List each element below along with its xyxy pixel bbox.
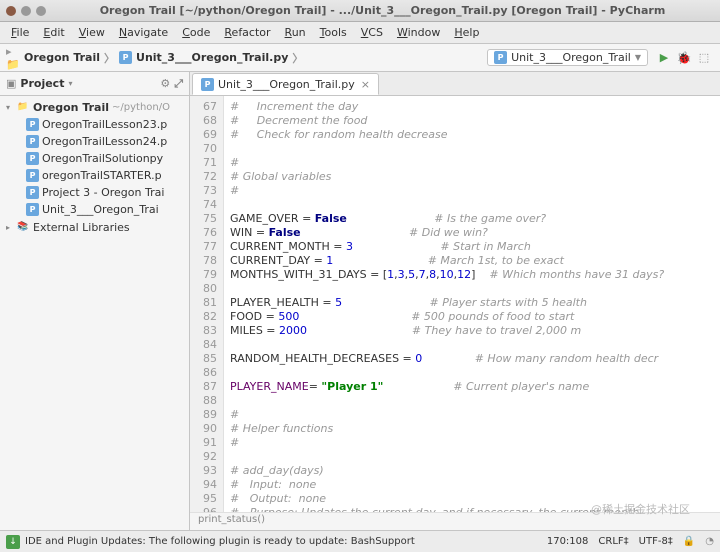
chevron-down-icon: ▼ bbox=[635, 53, 641, 62]
tree-file[interactable]: POregonTrailLesson24.p bbox=[0, 133, 189, 150]
file-encoding[interactable]: UTF-8‡ bbox=[639, 536, 673, 547]
folder-icon: 📁 bbox=[16, 100, 30, 114]
chevron-down-icon: ▾ bbox=[68, 79, 72, 88]
python-file-icon: P bbox=[494, 51, 507, 64]
python-file-icon: P bbox=[26, 169, 39, 182]
tree-file-label: oregonTrailSTARTER.p bbox=[42, 169, 162, 182]
tree-file-label: OregonTrailLesson24.p bbox=[42, 135, 167, 148]
menu-view[interactable]: View bbox=[72, 24, 112, 41]
menu-window[interactable]: Window bbox=[390, 24, 447, 41]
status-bar: ↓ IDE and Plugin Updates: The following … bbox=[0, 530, 720, 552]
editor-tab-bar: P Unit_3___Oregon_Trail.py × bbox=[190, 72, 720, 96]
window-titlebar: Oregon Trail [~/python/Oregon Trail] - .… bbox=[0, 0, 720, 22]
tree-root-path: ~/python/O bbox=[112, 102, 170, 113]
tree-file-label: Project 3 - Oregon Trai bbox=[42, 186, 164, 199]
code-editor[interactable]: 67 68 69 70 71 72 73 74 75 76 77 78 79 8… bbox=[190, 96, 720, 512]
project-tree: ▾ 📁 Oregon Trail ~/python/O POregonTrail… bbox=[0, 96, 189, 238]
lock-icon[interactable]: 🔒 bbox=[683, 536, 695, 547]
breadcrumb-function: print_status() bbox=[198, 514, 265, 525]
main-area: ▣ Project ▾ ⚙ ⤢ ▾ 📁 Oregon Trail ~/pytho… bbox=[0, 72, 720, 530]
status-text: IDE and Plugin Updates: The following pl… bbox=[25, 536, 415, 547]
tree-file[interactable]: POregonTrailLesson23.p bbox=[0, 116, 189, 133]
window-close-icon[interactable] bbox=[6, 6, 16, 16]
code-content[interactable]: # Increment the day # Decrement the food… bbox=[224, 96, 720, 512]
menu-file[interactable]: File bbox=[4, 24, 36, 41]
close-icon[interactable]: × bbox=[361, 78, 370, 91]
library-icon: 📚 bbox=[16, 220, 30, 234]
breadcrumb[interactable]: ▸📁 Oregon Trail 〉 P Unit_3___Oregon_Trai… bbox=[6, 50, 487, 66]
line-gutter: 67 68 69 70 71 72 73 74 75 76 77 78 79 8… bbox=[190, 96, 224, 512]
run-config-label: Unit_3___Oregon_Trail bbox=[511, 51, 631, 64]
tree-file-label: OregonTrailLesson23.p bbox=[42, 118, 167, 131]
cursor-position[interactable]: 170:108 bbox=[547, 536, 589, 547]
python-file-icon: P bbox=[26, 203, 39, 216]
tab-label: Unit_3___Oregon_Trail.py bbox=[218, 78, 355, 91]
search-button[interactable]: ⬚ bbox=[696, 50, 712, 66]
tree-collapse-icon[interactable]: ▸ bbox=[6, 223, 16, 232]
line-separator[interactable]: CRLF‡ bbox=[598, 536, 628, 547]
window-minimize-icon[interactable] bbox=[21, 6, 31, 16]
editor-tab[interactable]: P Unit_3___Oregon_Trail.py × bbox=[192, 73, 379, 95]
tree-file[interactable]: PProject 3 - Oregon Trai bbox=[0, 184, 189, 201]
menu-run[interactable]: Run bbox=[278, 24, 313, 41]
breadcrumb-project: Oregon Trail bbox=[24, 51, 100, 64]
project-sidebar: ▣ Project ▾ ⚙ ⤢ ▾ 📁 Oregon Trail ~/pytho… bbox=[0, 72, 190, 530]
tree-file-label: OregonTrailSolutionpy bbox=[42, 152, 163, 165]
tree-file[interactable]: PUnit_3___Oregon_Trai bbox=[0, 201, 189, 218]
project-header-label: Project bbox=[20, 77, 64, 90]
tree-expand-icon[interactable]: ▾ bbox=[6, 103, 16, 112]
window-title: Oregon Trail [~/python/Oregon Trail] - .… bbox=[51, 4, 714, 17]
tree-external-libs[interactable]: ▸ 📚 External Libraries bbox=[0, 218, 189, 236]
menu-vcs[interactable]: VCS bbox=[354, 24, 390, 41]
python-file-icon: P bbox=[26, 135, 39, 148]
python-file-icon: P bbox=[26, 118, 39, 131]
tree-file[interactable]: POregonTrailSolutionpy bbox=[0, 150, 189, 167]
python-file-icon: P bbox=[119, 51, 132, 64]
editor-breadcrumb[interactable]: print_status() bbox=[190, 512, 720, 530]
folder-icon: ▸📁 bbox=[6, 51, 20, 65]
menu-bar: FileEditViewNavigateCodeRefactorRunTools… bbox=[0, 22, 720, 44]
tree-root-label: Oregon Trail bbox=[33, 101, 109, 114]
python-file-icon: P bbox=[26, 152, 39, 165]
menu-navigate[interactable]: Navigate bbox=[112, 24, 175, 41]
external-libs-label: External Libraries bbox=[33, 221, 130, 234]
python-file-icon: P bbox=[201, 78, 214, 91]
status-message[interactable]: ↓ IDE and Plugin Updates: The following … bbox=[6, 535, 547, 549]
breadcrumb-file: Unit_3___Oregon_Trail.py bbox=[136, 51, 288, 64]
menu-code[interactable]: Code bbox=[175, 24, 217, 41]
inspector-icon[interactable]: ◔ bbox=[705, 536, 714, 547]
collapse-icon[interactable]: ⤢ bbox=[174, 77, 183, 91]
gear-icon[interactable]: ⚙ bbox=[160, 77, 170, 90]
menu-refactor[interactable]: Refactor bbox=[217, 24, 277, 41]
update-icon: ↓ bbox=[6, 535, 20, 549]
menu-edit[interactable]: Edit bbox=[36, 24, 71, 41]
editor-area: P Unit_3___Oregon_Trail.py × 67 68 69 70… bbox=[190, 72, 720, 530]
tree-file-label: Unit_3___Oregon_Trai bbox=[42, 203, 159, 216]
run-button[interactable]: ▶ bbox=[656, 50, 672, 66]
chevron-right-icon: 〉 bbox=[292, 50, 303, 66]
run-configuration-selector[interactable]: P Unit_3___Oregon_Trail ▼ bbox=[487, 49, 648, 66]
navigation-bar: ▸📁 Oregon Trail 〉 P Unit_3___Oregon_Trai… bbox=[0, 44, 720, 72]
menu-tools[interactable]: Tools bbox=[313, 24, 354, 41]
window-maximize-icon[interactable] bbox=[36, 6, 46, 16]
tree-file[interactable]: PoregonTrailSTARTER.p bbox=[0, 167, 189, 184]
python-file-icon: P bbox=[26, 186, 39, 199]
tree-root[interactable]: ▾ 📁 Oregon Trail ~/python/O bbox=[0, 98, 189, 116]
debug-button[interactable]: 🐞 bbox=[676, 50, 692, 66]
chevron-right-icon: 〉 bbox=[104, 50, 115, 66]
project-tool-header[interactable]: ▣ Project ▾ ⚙ ⤢ bbox=[0, 72, 189, 96]
menu-help[interactable]: Help bbox=[447, 24, 486, 41]
